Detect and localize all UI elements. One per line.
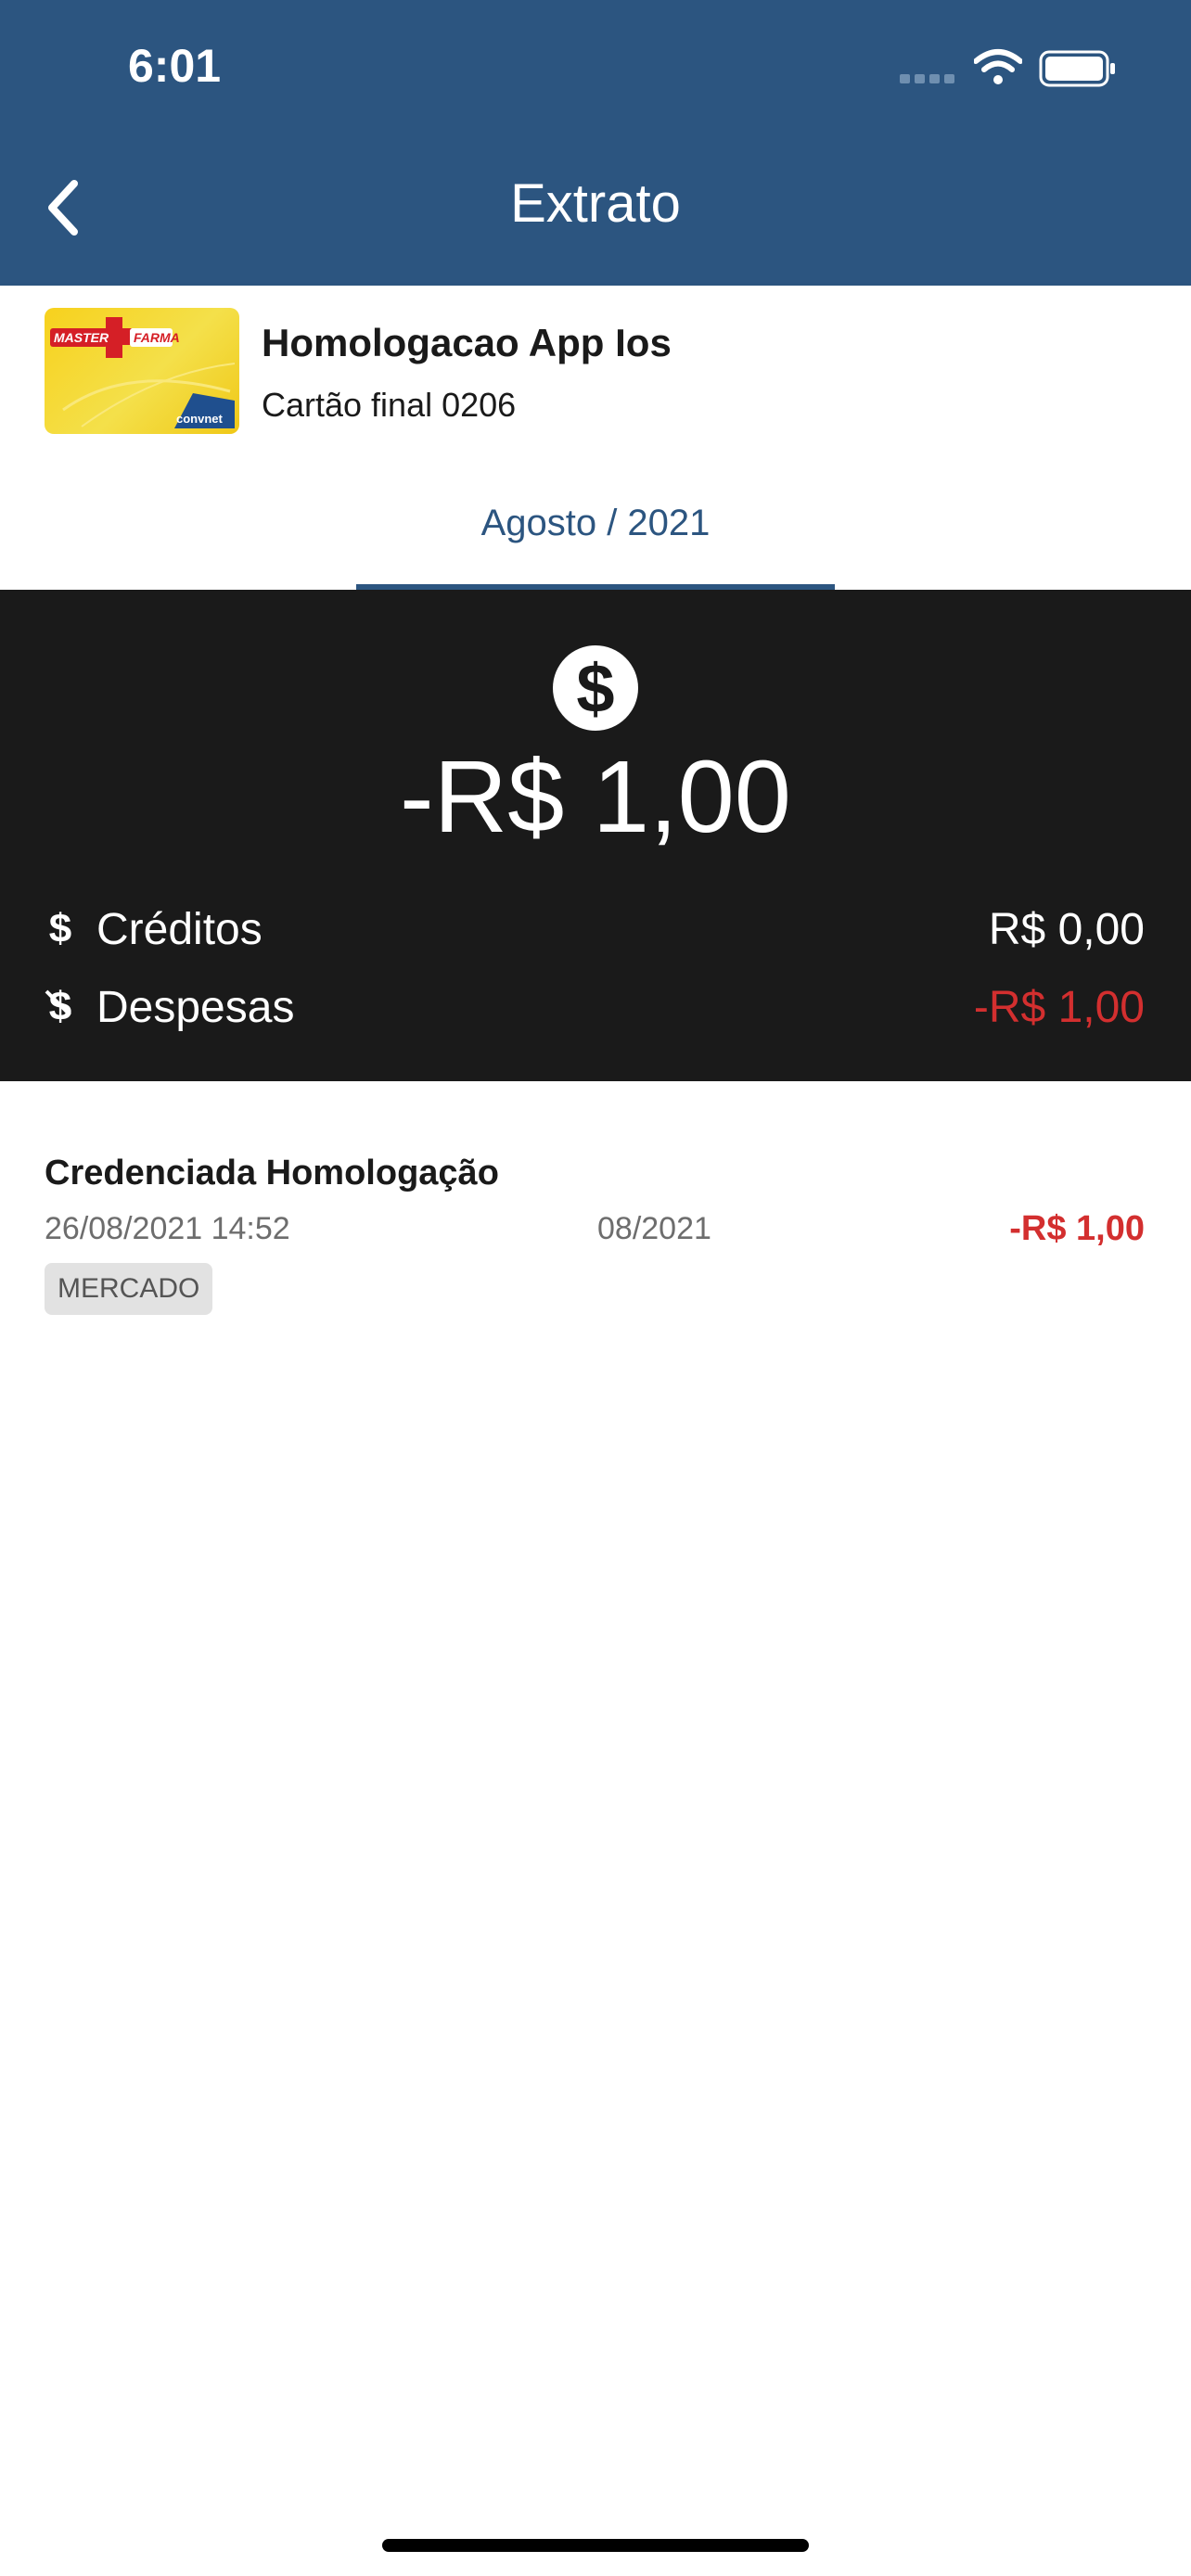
- svg-text:MASTER: MASTER: [54, 330, 109, 345]
- month-tabs: Agosto / 2021: [0, 456, 1191, 590]
- page-title: Extrato: [510, 173, 681, 234]
- svg-text:FARMA: FARMA: [134, 330, 180, 345]
- transaction-reference: 08/2021: [597, 1211, 711, 1246]
- wifi-icon: [974, 49, 1022, 84]
- cellular-signal-icon: [900, 74, 959, 85]
- card-number-label: Cartão final 0206: [262, 386, 517, 424]
- dollar-icon: $: [48, 906, 72, 951]
- credits-row: $ Créditos R$ 0,00: [45, 901, 1145, 957]
- transaction-merchant: Credenciada Homologação: [45, 1154, 499, 1192]
- tab-agosto-2021[interactable]: Agosto / 2021: [356, 456, 835, 590]
- dollar-off-icon: $: [45, 984, 76, 1030]
- credits-value: R$ 0,00: [988, 904, 1145, 954]
- app-header: 6:01 Extrato: [0, 0, 1191, 286]
- total-balance: -R$ 1,00: [400, 740, 791, 854]
- credits-label: Créditos: [96, 904, 263, 954]
- transaction-amount: -R$ 1,00: [1009, 1209, 1145, 1248]
- expenses-row: $ Despesas -R$ 1,00: [45, 979, 1145, 1035]
- transaction-category-badge: MERCADO: [45, 1263, 213, 1315]
- balance-summary: $ -R$ 1,00 $ Créditos R$ 0,00 $ Despesas…: [0, 590, 1191, 1081]
- battery-icon: [1039, 50, 1115, 87]
- card-holder-name: Homologacao App Ios: [262, 321, 672, 364]
- dollar-circle-icon: $: [553, 645, 638, 731]
- home-indicator[interactable]: [382, 2539, 809, 2552]
- transaction-datetime: 26/08/2021 14:52: [45, 1211, 290, 1246]
- status-time: 6:01: [128, 40, 222, 92]
- expenses-label: Despesas: [96, 982, 295, 1032]
- transaction-item[interactable]: Credenciada Homologação 26/08/2021 14:52…: [45, 1150, 1145, 1326]
- card-info: MASTER FARMA convnet Homologacao App Ios…: [0, 286, 1191, 456]
- card-image: MASTER FARMA convnet: [45, 308, 239, 434]
- expenses-value: -R$ 1,00: [973, 982, 1145, 1032]
- svg-text:convnet: convnet: [176, 412, 224, 426]
